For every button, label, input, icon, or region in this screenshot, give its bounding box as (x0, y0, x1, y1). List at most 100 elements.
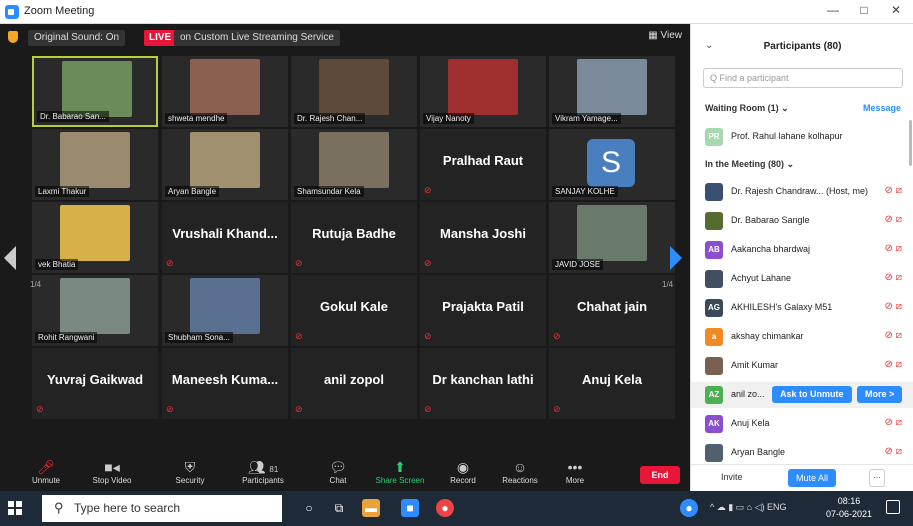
participant-row[interactable]: AB Aakancha bhardwaj ⊘ ⧄ (691, 237, 913, 263)
live-streaming-dropdown[interactable]: on Custom Live Streaming Service (174, 30, 340, 46)
video-tile[interactable]: Vikram Yamage... (549, 56, 675, 127)
video-tile[interactable]: JAVID JOSE (549, 202, 675, 273)
video-tile[interactable]: Pralhad Raut ⊘ (420, 129, 546, 200)
close-button[interactable]: ✕ (884, 3, 908, 17)
participant-row[interactable]: Aryan Bangle ⊘ ⧄ (691, 440, 913, 466)
record-icon: ◉ (456, 459, 470, 475)
unmute-button[interactable]: 🎤︎ Unmute (16, 458, 76, 485)
video-tile[interactable]: Dr. Babarao San... (32, 56, 158, 127)
stop-video-button[interactable]: ■◂ Stop Video (82, 458, 142, 485)
previous-page-arrow-icon[interactable] (4, 246, 16, 270)
tile-name-label: Dr. Babarao San... (37, 111, 109, 122)
mute-all-button[interactable]: Mute All (788, 469, 837, 487)
minimize-button[interactable]: — (821, 3, 845, 17)
participant-row[interactable]: AK Anuj Kela ⊘ ⧄ (691, 411, 913, 437)
security-button[interactable]: ⛨ Security (160, 458, 220, 485)
tile-name-label: Rutuja Badhe (312, 226, 396, 241)
participant-name: Achyut Lahane (731, 273, 792, 283)
video-tile[interactable]: Chahat jain ⊘ (549, 275, 675, 346)
video-tile[interactable]: Shamsundar Kela (291, 129, 417, 200)
video-tile[interactable]: Rohit Rangwani (32, 275, 158, 346)
participant-row[interactable]: Achyut Lahane ⊘ ⧄ (691, 266, 913, 292)
participant-row[interactable]: AG AKHILESH's Galaxy M51 ⊘ ⧄ (691, 295, 913, 321)
taskbar-search-placeholder: Type here to search (74, 501, 181, 515)
ask-to-unmute-button[interactable]: Ask to Unmute (772, 386, 852, 403)
taskbar-search-input[interactable]: ⚲ Type here to search (42, 495, 282, 522)
next-page-arrow-icon[interactable] (670, 246, 682, 270)
muted-mic-icon: ⊘ (295, 258, 303, 268)
participant-row[interactable]: AZ anil zo... Ask to Unmute More > (691, 382, 913, 408)
original-sound-toggle[interactable]: Original Sound: On (28, 30, 126, 46)
more-button[interactable]: ••• More (545, 458, 605, 485)
share-screen-button[interactable]: ⬆ Share Screen (370, 458, 430, 485)
video-tile[interactable]: Laxmi Thakur (32, 129, 158, 200)
participant-video (577, 205, 647, 261)
notification-icon[interactable] (886, 500, 900, 514)
participant-more-button[interactable]: More > (857, 386, 903, 403)
video-tile[interactable]: Maneesh Kuma... ⊘ (162, 348, 288, 419)
avatar: S (587, 139, 635, 187)
chrome-icon[interactable]: ● (436, 499, 454, 517)
end-meeting-button[interactable]: End (640, 466, 680, 484)
video-tile[interactable]: Vijay Nanoty (420, 56, 546, 127)
video-tile[interactable]: Dr. Rajesh Chan... (291, 56, 417, 127)
video-tile[interactable]: Shubham Sona... (162, 275, 288, 346)
record-button[interactable]: ◉ Record (433, 458, 493, 485)
in-meeting-header[interactable]: In the Meeting (80) ⌄ (705, 159, 794, 170)
avatar: AK (705, 415, 723, 433)
mic-camera-status-icon: ⊘ ⧄ (884, 272, 902, 283)
tile-name-label: Vijay Nanoty (423, 113, 474, 124)
message-waiting-room-button[interactable]: Message (863, 103, 901, 113)
participant-video (319, 132, 389, 188)
file-explorer-icon[interactable]: ▬ (362, 499, 380, 517)
participant-search-input[interactable]: Q Find a participant (703, 68, 903, 88)
windows-start-icon[interactable] (8, 501, 22, 515)
invite-button[interactable]: Invite (721, 472, 743, 482)
video-tile[interactable]: Gokul Kale ⊘ (291, 275, 417, 346)
view-button[interactable]: ▦ View (648, 30, 682, 41)
participant-row[interactable]: Dr. Babarao Sangle ⊘ ⧄ (691, 208, 913, 234)
tile-name-label: Pralhad Raut (442, 153, 524, 168)
panel-more-button[interactable]: ... (869, 469, 885, 487)
participant-video (62, 61, 132, 117)
participant-row[interactable]: Amit Kumar ⊘ ⧄ (691, 353, 913, 379)
video-tile[interactable]: Rutuja Badhe ⊘ (291, 202, 417, 273)
tile-name-label: anil zopol (324, 372, 384, 387)
participant-row[interactable]: PR Prof. Rahul lahane kolhapur (691, 124, 913, 150)
zoom-tray-icon[interactable]: ● (680, 499, 698, 517)
video-tile[interactable]: Dr kanchan lathi ⊘ (420, 348, 546, 419)
video-tile[interactable]: Vrushali Khand... ⊘ (162, 202, 288, 273)
reactions-button[interactable]: ☺ Reactions (490, 458, 550, 485)
mic-camera-status-icon: ⊘ ⧄ (884, 417, 902, 428)
avatar: PR (705, 128, 723, 146)
chat-button[interactable]: 💬︎ Chat (308, 458, 368, 485)
clock[interactable]: 08:16 07-06-2021 (826, 495, 872, 521)
cortana-circle-icon[interactable]: ○ (300, 499, 318, 517)
participant-name: Dr. Rajesh Chandraw... (Host, me) (731, 186, 869, 196)
system-tray[interactable]: ^ ☁ ▮ ▭ ⌂ ◁) ENG (710, 502, 787, 513)
waiting-room-header[interactable]: Waiting Room (1) ⌄ (705, 103, 789, 114)
participant-row[interactable]: a akshay chimankar ⊘ ⧄ (691, 324, 913, 350)
panel-scrollbar[interactable] (909, 120, 912, 166)
video-tile[interactable]: Mansha Joshi ⊘ (420, 202, 546, 273)
video-tile[interactable]: Anuj Kela ⊘ (549, 348, 675, 419)
zoom-taskbar-icon[interactable]: ■ (401, 499, 419, 517)
tile-name-label: Shamsundar Kela (294, 186, 364, 197)
maximize-button[interactable]: □ (852, 3, 876, 17)
shield-icon[interactable] (8, 31, 18, 43)
video-tile[interactable]: Aryan Bangle (162, 129, 288, 200)
meeting-area: Original Sound: On LIVE on Custom Live S… (0, 24, 690, 491)
participants-button[interactable]: 👥︎ 81 Participants (233, 458, 293, 485)
video-tile[interactable]: Prajakta Patil ⊘ (420, 275, 546, 346)
participant-video (577, 59, 647, 115)
video-tile[interactable]: anil zopol ⊘ (291, 348, 417, 419)
video-tile[interactable]: shweta mendhe (162, 56, 288, 127)
video-tile[interactable]: S SANJAY KOLHE (549, 129, 675, 200)
view-label: View (660, 30, 683, 41)
task-view-icon[interactable]: ⧉ (330, 499, 348, 517)
video-tile[interactable]: Yuvraj Gaikwad ⊘ (32, 348, 158, 419)
language-indicator[interactable]: ENG (767, 502, 787, 512)
video-tile[interactable]: vek Bhatia (32, 202, 158, 273)
participant-row[interactable]: Dr. Rajesh Chandraw... (Host, me) ⊘ ⧄ (691, 179, 913, 205)
participant-name: Amit Kumar (731, 360, 779, 370)
